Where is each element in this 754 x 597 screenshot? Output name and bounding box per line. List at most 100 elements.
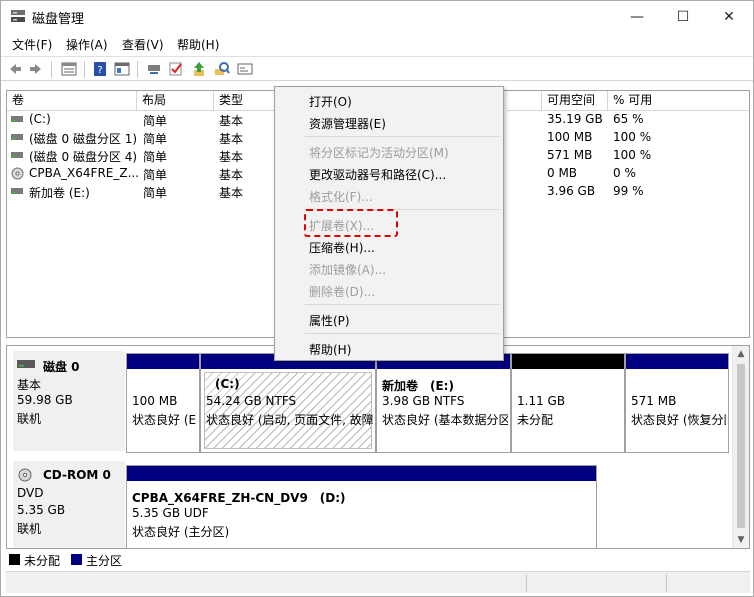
back-arrow-icon[interactable]	[7, 61, 23, 77]
svg-text:?: ?	[97, 65, 102, 76]
partition-size: 3.98 GB NTFS	[382, 394, 465, 408]
properties-icon[interactable]	[114, 61, 130, 77]
cdrom-0-label[interactable]: CD-ROM 0 DVD 5.35 GB 联机	[13, 461, 125, 548]
partition-bar	[127, 466, 596, 481]
help-book-icon[interactable]: ?	[92, 61, 108, 77]
search-icon[interactable]	[214, 61, 230, 77]
volume-layout: 简单	[143, 132, 168, 146]
partition-efi[interactable]: 100 MB 状态良好 (EFI 系统分区)	[126, 353, 200, 453]
partition-size: 5.35 GB UDF	[132, 506, 209, 520]
disk-management-app-icon	[11, 10, 25, 22]
forward-arrow-icon[interactable]	[28, 61, 44, 77]
disk-management-window: 磁盘管理 — ☐ ✕ 文件(F) 操作(A) 查看(V) 帮助(H) ? 卷 布…	[0, 0, 754, 597]
disk-state: 联机	[17, 522, 42, 536]
toolbar-separator	[137, 61, 138, 78]
volume-name: (磁盘 0 磁盘分区 1)	[29, 132, 138, 146]
volume-layout: 简单	[143, 186, 168, 200]
partition-e[interactable]: 新加卷 (E:) 3.98 GB NTFS 状态良好 (基本数据分区)	[376, 353, 511, 453]
column-header-volume[interactable]: 卷	[7, 91, 137, 111]
partition-c[interactable]: (C:) 54.24 GB NTFS 状态良好 (启动, 页面文件, 故障转储,…	[200, 353, 376, 453]
partition-recovery[interactable]: 571 MB 状态良好 (恢复分区)	[625, 353, 729, 453]
list-view-icon[interactable]	[61, 61, 77, 77]
toolbar-separator	[84, 61, 85, 78]
volume-icon	[11, 116, 23, 122]
menu-item-properties[interactable]: 属性(P)	[309, 312, 350, 329]
volume-free: 35.19 GB	[547, 112, 603, 126]
menu-file[interactable]: 文件(F)	[12, 36, 52, 53]
scroll-up-arrow[interactable]: ▲	[733, 346, 749, 362]
menu-item-explorer[interactable]: 资源管理器(E)	[309, 115, 386, 132]
volume-name: CPBA_X64FRE_Z...	[29, 166, 140, 180]
partition-status: 状态良好 (基本数据分区)	[382, 413, 508, 427]
column-header-free-space[interactable]: 可用空间	[542, 91, 608, 111]
disk-state: 联机	[17, 412, 42, 426]
volume-icon	[11, 152, 23, 158]
volume-free: 571 MB	[547, 148, 593, 162]
menu-action[interactable]: 操作(A)	[66, 36, 108, 53]
partition-status: 状态良好 (EFI 系统分区)	[132, 413, 197, 427]
menu-help[interactable]: 帮助(H)	[177, 36, 219, 53]
menu-item-help[interactable]: 帮助(H)	[309, 341, 351, 358]
legend-label-unallocated: 未分配	[24, 554, 61, 568]
column-header-type[interactable]: 类型	[214, 91, 277, 111]
menu-separator	[305, 333, 499, 334]
volume-name: 新加卷 (E:)	[29, 186, 90, 200]
disk-0-label[interactable]: 磁盘 0 基本 59.98 GB 联机	[13, 351, 125, 451]
menu-bar: 文件(F) 操作(A) 查看(V) 帮助(H)	[1, 33, 753, 55]
volume-type: 基本	[219, 186, 244, 200]
partition-cdrom-d[interactable]: CPBA_X64FRE_ZH-CN_DV9 (D:) 5.35 GB UDF 状…	[126, 465, 597, 548]
extend-volume-highlight	[304, 209, 398, 237]
partition-bar	[512, 354, 624, 369]
menu-item-delete-volume[interactable]: 删除卷(D)...	[309, 283, 375, 300]
menu-item-open[interactable]: 打开(O)	[309, 93, 352, 110]
volume-free: 3.96 GB	[547, 184, 596, 198]
partition-size: 54.24 GB NTFS	[206, 394, 297, 408]
volume-percent: 0 %	[613, 166, 636, 180]
partition-bar	[127, 354, 199, 369]
disk-size: 59.98 GB	[17, 393, 73, 407]
cd-drive-icon	[18, 468, 32, 482]
partition-bar	[626, 354, 728, 369]
column-header-percent-free[interactable]: % 可用	[608, 91, 749, 111]
legend-swatch-primary	[71, 554, 82, 565]
scroll-thumb[interactable]	[737, 364, 745, 528]
menu-item-format[interactable]: 格式化(F)...	[309, 188, 373, 205]
menu-item-shrink-volume[interactable]: 压缩卷(H)...	[309, 239, 375, 256]
scroll-down-arrow[interactable]: ▼	[733, 532, 749, 548]
menu-item-change-drive-letter[interactable]: 更改驱动器号和路径(C)...	[309, 166, 446, 183]
disk-name: CD-ROM 0	[43, 468, 111, 482]
upload-icon[interactable]	[191, 61, 207, 77]
volume-layout: 简单	[143, 168, 168, 182]
volume-percent: 65 %	[613, 112, 644, 126]
volume-type: 基本	[219, 168, 244, 182]
partition-status: 状态良好 (启动, 页面文件, 故障转储, 基本数据分区)	[206, 413, 373, 427]
toolbar-separator	[51, 61, 52, 78]
volume-icon	[11, 188, 23, 194]
partition-title: 新加卷 (E:)	[382, 379, 454, 393]
menu-item-mark-active[interactable]: 将分区标记为活动分区(M)	[309, 144, 449, 161]
partition-unallocated[interactable]: 1.11 GB 未分配	[511, 353, 625, 453]
maximize-button[interactable]: ☐	[660, 1, 706, 32]
volume-type: 基本	[219, 114, 244, 128]
disk-map-scrollbar[interactable]: ▲ ▼	[732, 346, 749, 548]
console-icon[interactable]	[237, 61, 253, 77]
menu-item-add-mirror[interactable]: 添加镜像(A)...	[309, 261, 386, 278]
checkmark-icon[interactable]	[168, 61, 184, 77]
close-button[interactable]: ✕	[706, 1, 752, 32]
partition-status: 未分配	[517, 413, 554, 427]
volume-icon	[11, 134, 23, 140]
menu-view[interactable]: 查看(V)	[122, 36, 164, 53]
column-header-capacity[interactable]	[507, 91, 542, 111]
disk-type: DVD	[17, 486, 44, 500]
status-divider	[666, 574, 667, 592]
partition-size: 571 MB	[631, 394, 677, 408]
partition-size: 1.11 GB	[517, 394, 566, 408]
connect-icon[interactable]	[146, 61, 162, 77]
menu-separator	[305, 304, 499, 305]
minimize-button[interactable]: —	[614, 1, 660, 32]
column-header-layout[interactable]: 布局	[137, 91, 214, 111]
disk-icon	[17, 360, 35, 368]
status-bar	[6, 571, 750, 593]
volume-percent: 100 %	[613, 148, 652, 162]
disk-size: 5.35 GB	[17, 503, 66, 517]
